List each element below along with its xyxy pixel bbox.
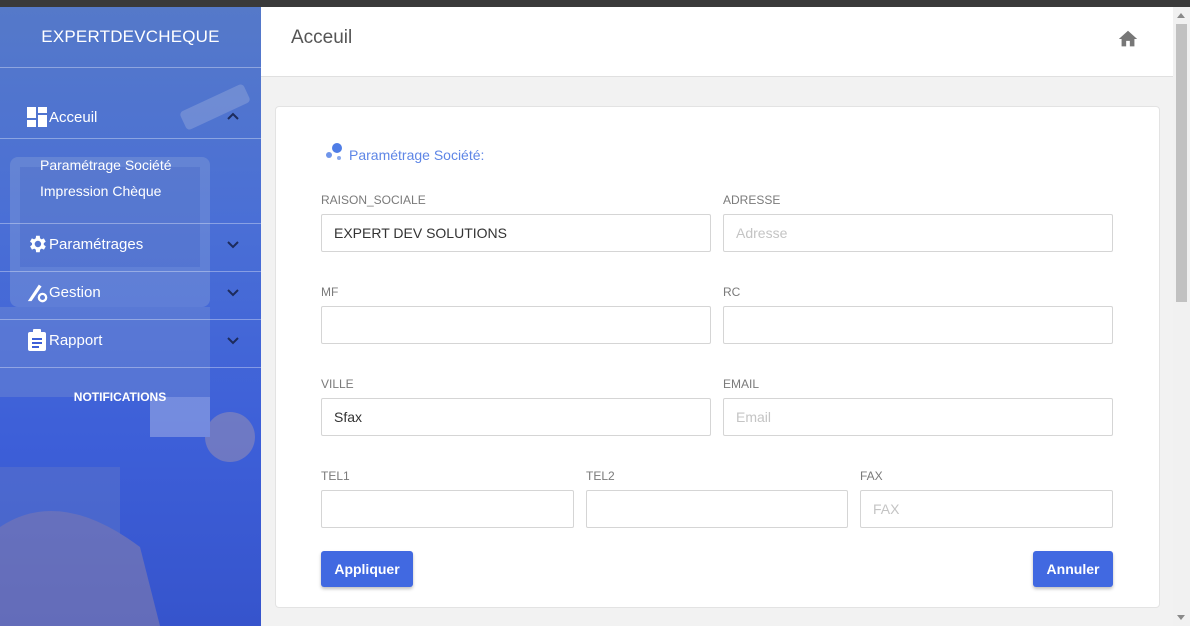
divider — [0, 67, 261, 68]
sidebar-item-label: Acceuil — [49, 108, 98, 126]
mf-label: MF — [321, 285, 339, 299]
sidebar-item-acceuil[interactable]: Acceuil — [0, 97, 261, 137]
divider — [0, 138, 261, 139]
adresse-label: ADRESSE — [723, 193, 781, 207]
sidebar-item-rapport[interactable]: Rapport — [0, 320, 261, 360]
window-top-bar — [0, 0, 1190, 7]
home-icon[interactable] — [1117, 28, 1139, 50]
tel1-input[interactable] — [321, 490, 574, 528]
page-header: Acceuil — [261, 7, 1173, 77]
sidebar-subitem-parametrage-societe[interactable]: Paramétrage Société — [40, 157, 172, 173]
raison-sociale-input[interactable] — [321, 214, 711, 252]
sidebar: EXPERTDEVCHEQUE Acceuil Paramétrage Soci… — [0, 7, 261, 626]
sidebar-item-label: Gestion — [49, 283, 101, 301]
rc-input[interactable] — [723, 306, 1113, 344]
sidebar-item-parametrages[interactable]: Paramétrages — [0, 224, 261, 264]
email-label: EMAIL — [723, 377, 760, 391]
raison-sociale-label: RAISON_SOCIALE — [321, 193, 426, 207]
ville-input[interactable] — [321, 398, 711, 436]
clipboard-icon — [26, 329, 48, 351]
divider — [0, 367, 261, 368]
sidebar-subitem-impression-cheque[interactable]: Impression Chèque — [40, 183, 161, 199]
brand-title[interactable]: EXPERTDEVCHEQUE — [0, 7, 261, 67]
tel1-label: TEL1 — [321, 469, 350, 483]
gear-icon — [26, 233, 48, 255]
page-scrollbar[interactable] — [1173, 7, 1190, 626]
chevron-down-icon[interactable] — [224, 331, 242, 349]
bubbles-icon — [326, 143, 342, 160]
scroll-down-arrow-icon[interactable] — [1177, 615, 1185, 620]
scrollbar-thumb[interactable] — [1176, 24, 1187, 302]
apply-button[interactable]: Appliquer — [321, 551, 413, 587]
scroll-up-arrow-icon[interactable] — [1177, 13, 1185, 18]
company-settings-card: Paramétrage Société: RAISON_SOCIALE ADRE… — [275, 106, 1160, 608]
sidebar-item-label: Paramétrages — [49, 235, 144, 253]
mf-input[interactable] — [321, 306, 711, 344]
notifications-link[interactable]: NOTIFICATIONS — [0, 390, 240, 404]
page-title: Acceuil — [291, 27, 353, 48]
adresse-input[interactable] — [723, 214, 1113, 252]
chevron-up-icon[interactable] — [224, 108, 242, 126]
tel2-input[interactable] — [586, 490, 848, 528]
dashboard-icon — [26, 106, 48, 128]
chevron-down-icon[interactable] — [224, 235, 242, 253]
sidebar-item-gestion[interactable]: Gestion — [0, 272, 261, 312]
cancel-button[interactable]: Annuler — [1033, 551, 1113, 587]
sidebar-item-label: Rapport — [49, 331, 103, 349]
fax-input[interactable] — [860, 490, 1113, 528]
chevron-down-icon[interactable] — [224, 283, 242, 301]
ville-label: VILLE — [321, 377, 354, 391]
tel2-label: TEL2 — [586, 469, 615, 483]
form-title: Paramétrage Société: — [349, 147, 485, 163]
email-input[interactable] — [723, 398, 1113, 436]
rc-label: RC — [723, 285, 741, 299]
settings-pen-icon — [26, 281, 48, 303]
fax-label: FAX — [860, 469, 883, 483]
